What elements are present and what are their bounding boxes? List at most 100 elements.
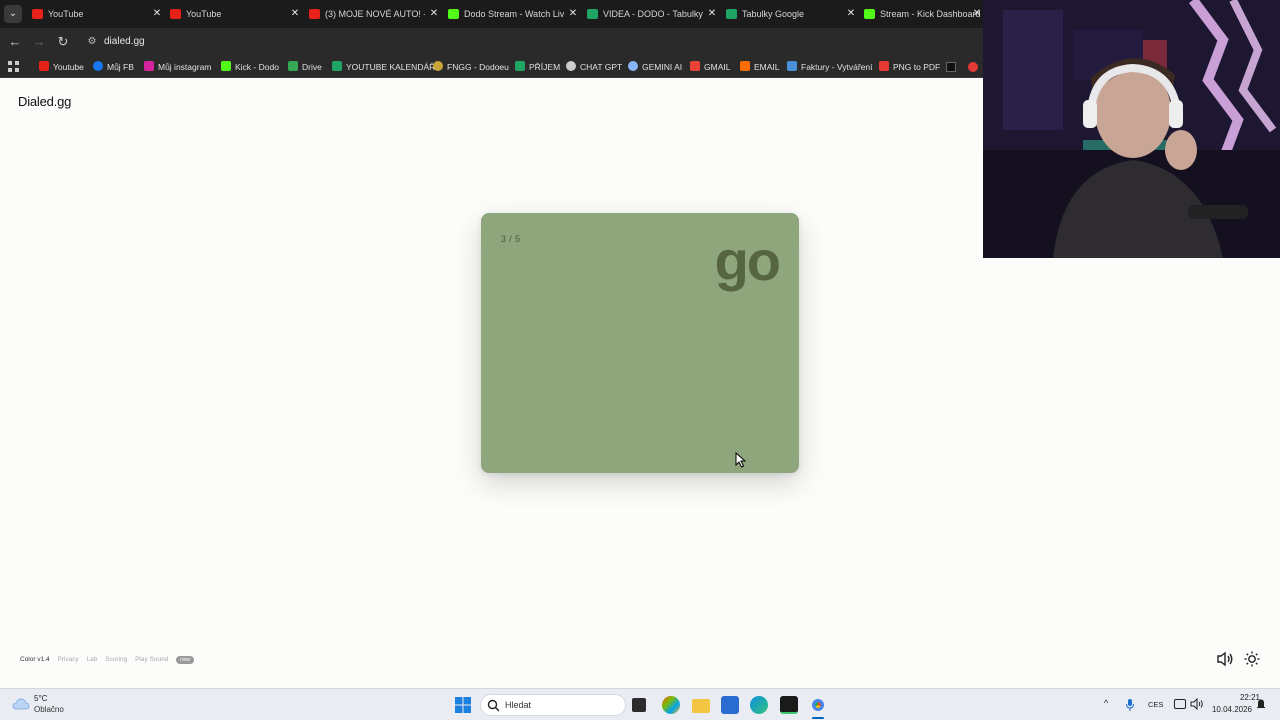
- tab-sheets-videa[interactable]: VIDEA - DODO - Tabulky Google ✕: [583, 0, 721, 28]
- language-indicator[interactable]: CES: [1148, 700, 1163, 709]
- tab-kick-dashboard[interactable]: Stream - Kick Dashboard ✕: [860, 0, 986, 28]
- tab-kick-stream[interactable]: Dodo Stream - Watch Live ✕: [444, 0, 582, 28]
- network-icon[interactable]: [1174, 699, 1186, 709]
- color-card[interactable]: 3 / 5 go: [481, 213, 799, 473]
- version-label: Color v1.4: [20, 656, 50, 663]
- taskbar: 5°C Oblačno Hledat ^ CES 22:21 10.04.202…: [0, 688, 1280, 720]
- gmail-icon: [690, 61, 700, 71]
- close-icon[interactable]: ✕: [566, 0, 580, 28]
- microphone-icon[interactable]: [1125, 698, 1135, 712]
- copilot-icon[interactable]: [662, 696, 680, 714]
- drive-icon: [288, 61, 298, 71]
- tab-youtube-1[interactable]: YouTube ✕: [28, 0, 166, 28]
- sheets-icon: [332, 61, 342, 71]
- clock-date[interactable]: 10.04.2026: [1206, 705, 1252, 714]
- close-icon[interactable]: ✕: [150, 0, 164, 28]
- play-sound-link[interactable]: Play Sound: [135, 656, 168, 663]
- webcam-overlay: [983, 0, 1280, 258]
- scoring-link[interactable]: Scoring: [105, 656, 127, 663]
- bookmark-label: CHAT GPT: [580, 62, 623, 72]
- site-info-icon[interactable]: ⚙: [86, 35, 98, 49]
- search-icon: [487, 699, 500, 712]
- footer: Color v1.4 Privacy Lab Scoring Play Soun…: [20, 656, 200, 664]
- tab-title: (3) MOJE NOVÉ AUTO! - YouTube: [325, 9, 425, 19]
- tab-title: VIDEA - DODO - Tabulky Google: [603, 9, 703, 19]
- search-placeholder: Hledat: [505, 700, 532, 710]
- invoice-icon: [787, 61, 797, 71]
- close-icon[interactable]: ✕: [844, 0, 858, 28]
- tab-sheets[interactable]: Tabulky Google ✕: [722, 0, 860, 28]
- file-explorer-icon[interactable]: [692, 699, 710, 713]
- tab-youtube-3[interactable]: (3) MOJE NOVÉ AUTO! - YouTube ✕: [305, 0, 443, 28]
- pdf-icon: [879, 61, 889, 71]
- back-icon[interactable]: ←: [7, 34, 23, 50]
- bookmark-youtube-calendar[interactable]: YOUTUBE KALENDÁŘ: [332, 56, 435, 78]
- cloud-icon[interactable]: [12, 697, 30, 711]
- bookmark-email[interactable]: EMAIL: [740, 56, 780, 78]
- go-prompt: go: [714, 229, 781, 292]
- notification-bell-icon[interactable]: [1256, 698, 1266, 710]
- apps-grid-icon[interactable]: [8, 61, 19, 72]
- site-logo[interactable]: Dialed.gg: [18, 94, 71, 109]
- volume-icon[interactable]: [1190, 698, 1204, 710]
- close-icon[interactable]: ✕: [970, 0, 984, 28]
- tab-title: Stream - Kick Dashboard: [880, 9, 980, 19]
- weather-temperature[interactable]: 5°C: [34, 694, 47, 703]
- chrome-icon[interactable]: [809, 696, 827, 714]
- bookmark-kick[interactable]: Kick - Dodo: [221, 56, 279, 78]
- youtube-icon: [32, 9, 43, 19]
- gemini-icon: [628, 61, 638, 71]
- active-app-indicator: [812, 717, 824, 719]
- bookmark-youtube[interactable]: Youtube: [39, 56, 84, 78]
- chatgpt-icon: [566, 61, 576, 71]
- bookmark-gemini[interactable]: GEMINI AI: [628, 56, 682, 78]
- clock-time[interactable]: 22:21: [1214, 693, 1260, 702]
- outlook-icon[interactable]: [721, 696, 739, 714]
- bookmark-instagram[interactable]: Můj instagram: [144, 56, 211, 78]
- new-badge: new: [176, 656, 195, 664]
- bookmark-faktury[interactable]: Faktury - Vytváření: [787, 56, 872, 78]
- privacy-link[interactable]: Privacy: [57, 656, 78, 663]
- bookmark-facebook[interactable]: Můj FB: [93, 56, 134, 78]
- bookmark-label: YOUTUBE KALENDÁŘ: [346, 62, 436, 72]
- kick-icon: [221, 61, 231, 71]
- speaker-icon[interactable]: [1216, 651, 1234, 667]
- tray-overflow-icon[interactable]: ^: [1104, 698, 1108, 708]
- heart-icon[interactable]: [968, 62, 978, 72]
- taskbar-search-box[interactable]: Hledat: [480, 694, 626, 716]
- edge-icon[interactable]: [750, 696, 768, 714]
- bookmark-label: GMAIL: [704, 62, 731, 72]
- tab-title: YouTube: [48, 9, 84, 19]
- youtube-icon: [170, 9, 181, 19]
- tab-search-button[interactable]: ⌄: [4, 5, 22, 23]
- bookmark-label: Youtube: [53, 62, 84, 72]
- bookmark-icon[interactable]: [946, 62, 956, 72]
- task-view-icon[interactable]: [632, 698, 646, 712]
- url-text[interactable]: dialed.gg: [104, 31, 145, 53]
- bookmark-fngg[interactable]: FNGG - Dodoeu: [433, 56, 509, 78]
- bookmark-png-to-pdf[interactable]: PNG to PDF: [879, 56, 940, 78]
- kick-icon: [448, 9, 459, 19]
- kick-icon: [864, 9, 875, 19]
- tab-youtube-2[interactable]: YouTube ✕: [166, 0, 304, 28]
- sheets-icon: [515, 61, 525, 71]
- terminal-icon[interactable]: [780, 696, 798, 714]
- bookmark-label: Můj FB: [107, 62, 134, 72]
- close-icon[interactable]: ✕: [288, 0, 302, 28]
- bookmark-gmail[interactable]: GMAIL: [690, 56, 730, 78]
- reload-icon[interactable]: ↻: [55, 34, 71, 50]
- weather-description[interactable]: Oblačno: [34, 705, 64, 714]
- bookmark-chatgpt[interactable]: CHAT GPT: [566, 56, 622, 78]
- mouse-cursor-icon: [735, 452, 747, 468]
- bookmark-label: FNGG - Dodoeu: [447, 62, 509, 72]
- windows-start-icon[interactable]: [454, 696, 472, 714]
- tab-title: Dodo Stream - Watch Live: [464, 9, 564, 19]
- bookmark-drive[interactable]: Drive: [288, 56, 322, 78]
- close-icon[interactable]: ✕: [705, 0, 719, 28]
- bookmark-prijem[interactable]: PŘÍJEM: [515, 56, 560, 78]
- lab-link[interactable]: Lab: [87, 656, 98, 663]
- forward-icon[interactable]: →: [31, 34, 47, 50]
- sun-icon[interactable]: [1244, 651, 1260, 667]
- address-bar[interactable]: ⚙ dialed.gg: [80, 31, 980, 53]
- close-icon[interactable]: ✕: [427, 0, 441, 28]
